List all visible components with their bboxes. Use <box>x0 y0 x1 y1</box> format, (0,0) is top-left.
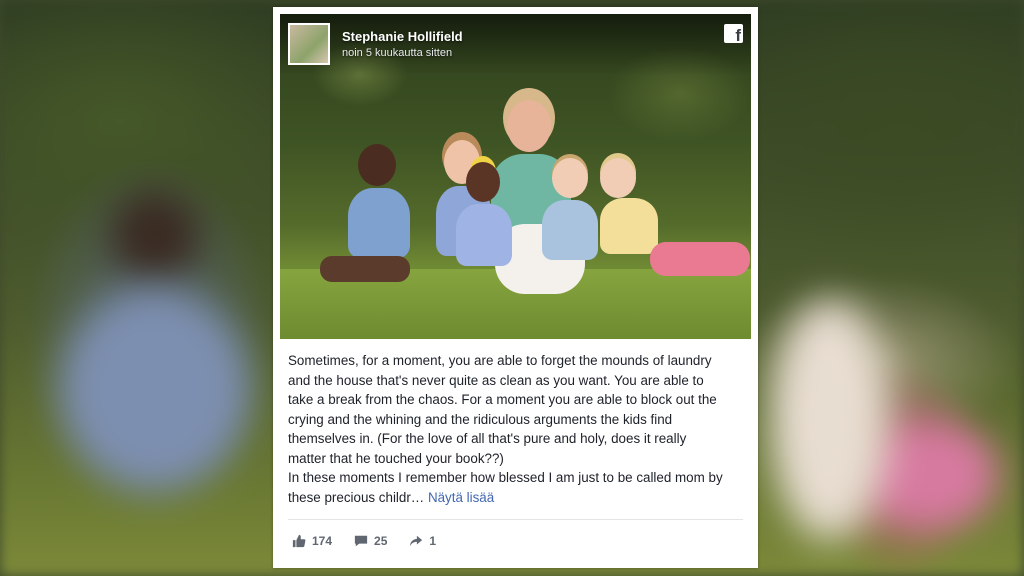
facebook-icon[interactable]: f <box>724 24 743 44</box>
pants <box>650 242 750 276</box>
shirt <box>600 198 658 254</box>
background-blob <box>110 190 200 280</box>
comments-value: 25 <box>374 534 388 548</box>
head <box>507 100 551 152</box>
head <box>358 144 396 186</box>
post-text: Sometimes, for a moment, you are able to… <box>280 339 735 507</box>
comments-count[interactable]: 25 <box>354 534 387 548</box>
dress <box>456 204 512 266</box>
background-blob <box>770 300 890 540</box>
comment-icon <box>354 535 368 547</box>
avatar[interactable] <box>288 23 330 65</box>
see-more-link[interactable]: Näytä lisää <box>428 490 494 505</box>
likes-count[interactable]: 174 <box>292 534 332 548</box>
post-header: Stephanie Hollifield noin 5 kuukautta si… <box>280 14 751 76</box>
head <box>552 158 588 198</box>
legs <box>320 256 410 282</box>
shares-value: 1 <box>429 534 437 548</box>
facebook-post-card: Stephanie Hollifield noin 5 kuukautta si… <box>273 7 758 568</box>
divider <box>288 519 743 520</box>
figure-toddler-bow <box>448 154 518 304</box>
head <box>466 162 500 202</box>
share-arrow-icon <box>410 535 423 547</box>
head <box>600 158 636 198</box>
post-photo[interactable]: Stephanie Hollifield noin 5 kuukautta si… <box>280 14 751 339</box>
figure-boy-plaid <box>320 144 420 294</box>
likes-value: 174 <box>312 534 333 548</box>
thumbs-up-icon <box>292 534 306 548</box>
figure-boy-yellow <box>590 154 750 304</box>
shares-count[interactable]: 1 <box>409 534 436 548</box>
post-timestamp[interactable]: noin 5 kuukautta sitten <box>342 47 452 59</box>
post-paragraph: Sometimes, for a moment, you are able to… <box>288 353 717 466</box>
background-blob <box>60 290 250 490</box>
shirt <box>348 188 410 258</box>
post-paragraph-truncated: In these moments I remember how blessed … <box>288 470 723 505</box>
engagement-bar: 174 25 1 <box>292 534 436 548</box>
author-name[interactable]: Stephanie Hollifield <box>342 29 463 44</box>
